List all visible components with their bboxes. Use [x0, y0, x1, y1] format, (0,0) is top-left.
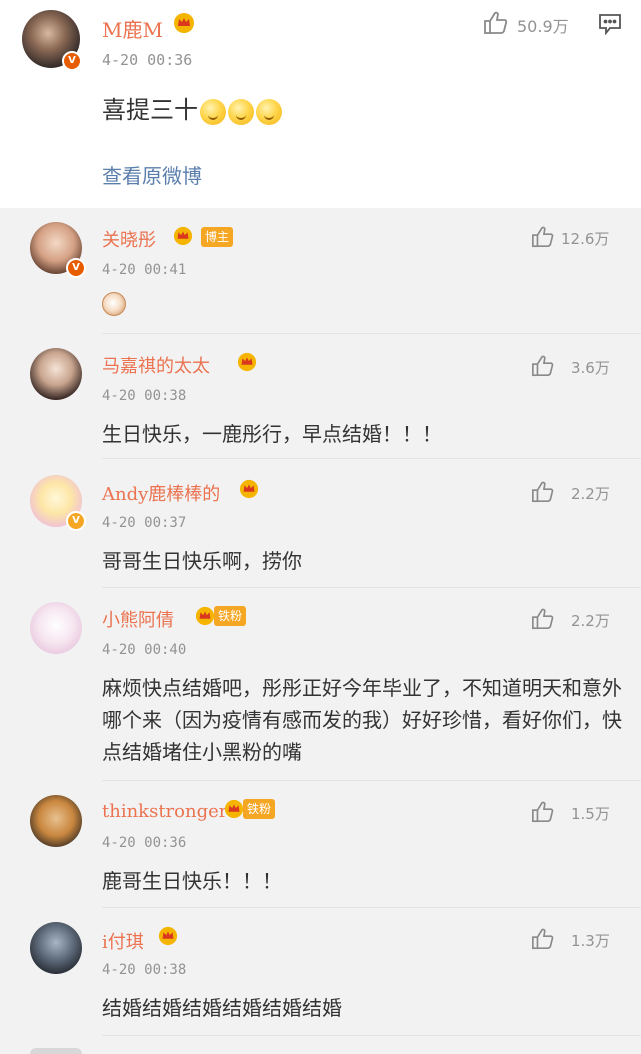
- comment-username[interactable]: 关晓彤: [102, 226, 156, 252]
- thumbs-up-icon[interactable]: [483, 10, 509, 40]
- verified-icon: V: [66, 258, 86, 278]
- thumbs-up-icon[interactable]: [531, 927, 555, 955]
- like-count: 1.5万: [571, 805, 610, 823]
- comment-icon[interactable]: [598, 13, 622, 39]
- like-count: 12.6万: [561, 230, 610, 248]
- comment-item: i付琪 4-20 00:38 1.3万 结婚结婚结婚结婚结婚结婚: [0, 908, 641, 1054]
- avatar[interactable]: [30, 795, 82, 847]
- original-post: V M鹿M 4-20 00:36 50.9万 喜提三十 查看原微博: [0, 0, 641, 208]
- post-text-content: 喜提三十: [102, 96, 198, 124]
- crown-icon: [194, 606, 216, 630]
- avatar[interactable]: [30, 1048, 82, 1054]
- thumbs-up-icon[interactable]: [531, 607, 555, 635]
- comment-time: 4-20 00:40: [102, 642, 187, 658]
- crown-icon: [172, 12, 194, 33]
- status-badge: 博主: [201, 227, 234, 247]
- status-badge: 铁粉: [243, 799, 276, 819]
- comment-username[interactable]: Andy鹿棒棒的: [102, 480, 220, 506]
- comment-text: 结婚结婚结婚结婚结婚结婚: [102, 996, 342, 1020]
- avatar[interactable]: [30, 602, 82, 654]
- thumbs-up-icon[interactable]: [531, 225, 555, 253]
- like-count: 2.2万: [571, 485, 610, 503]
- like-count: 1.3万: [571, 932, 610, 950]
- cat-emoji-icon: [102, 292, 126, 316]
- like-count: 3.6万: [571, 359, 610, 377]
- like-count: 2.2万: [571, 612, 610, 630]
- comment-item: 马嘉祺的太太 4-20 00:38 3.6万 生日快乐，一鹿彤行，早点结婚！！！: [0, 334, 641, 459]
- crown-icon: [223, 799, 245, 823]
- post-username[interactable]: M鹿M: [102, 14, 163, 43]
- comment-username[interactable]: 马嘉祺的太太: [102, 352, 210, 378]
- thumbs-up-icon[interactable]: [531, 354, 555, 382]
- verified-icon: V: [62, 51, 82, 71]
- verified-icon: V: [66, 511, 86, 531]
- comment-username[interactable]: i付琪: [102, 928, 144, 954]
- view-original-link[interactable]: 查看原微博: [102, 160, 202, 189]
- post-time: 4-20 00:36: [102, 51, 193, 69]
- comment-username[interactable]: 小熊阿倩: [102, 606, 174, 632]
- comment-item: 小熊阿倩 铁粉 4-20 00:40 2.2万 麻烦快点结婚吧，彤彤正好今年毕业…: [0, 588, 641, 781]
- comment-time: 4-20 00:38: [102, 388, 187, 404]
- comment-text: [102, 292, 623, 325]
- post-text: 喜提三十: [102, 90, 282, 125]
- comment-username[interactable]: thinkstronger: [102, 801, 227, 822]
- crown-icon: [238, 479, 260, 503]
- emoji-icon: [228, 98, 254, 125]
- comment-time: 4-20 00:37: [102, 515, 187, 531]
- comment-text: 鹿哥生日快乐！！！: [102, 869, 282, 893]
- avatar[interactable]: [30, 922, 82, 974]
- emoji-icon: [200, 98, 226, 125]
- comment-time: 4-20 00:38: [102, 962, 187, 978]
- comment-text: 哥哥生日快乐啊，捞你: [102, 549, 302, 573]
- comment-text: 生日快乐，一鹿彤行，早点结婚！！！: [102, 422, 442, 446]
- thumbs-up-icon[interactable]: [531, 480, 555, 508]
- comment-time: 4-20 00:41: [102, 262, 187, 278]
- crown-icon: [157, 926, 179, 950]
- comment-item: V 关晓彤 博主 4-20 00:41 12.6万: [0, 208, 641, 334]
- comment-item: thinkstronger 铁粉 4-20 00:36 1.5万 鹿哥生日快乐！…: [0, 781, 641, 908]
- comment-time: 4-20 00:36: [102, 835, 187, 851]
- comment-item: V Andy鹿棒棒的 4-20 00:37 2.2万 哥哥生日快乐啊，捞你: [0, 459, 641, 588]
- divider: [102, 1035, 641, 1036]
- thumbs-up-icon[interactable]: [531, 800, 555, 828]
- avatar[interactable]: [30, 348, 82, 400]
- crown-icon: [172, 226, 194, 250]
- crown-icon: [236, 352, 258, 376]
- comment-text: 麻烦快点结婚吧，彤彤正好今年毕业了，不知道明天和意外哪个来（因为疫情有感而发的我…: [102, 676, 622, 764]
- like-count: 50.9万: [517, 17, 569, 36]
- status-badge: 铁粉: [214, 606, 247, 626]
- emoji-icon: [256, 98, 282, 125]
